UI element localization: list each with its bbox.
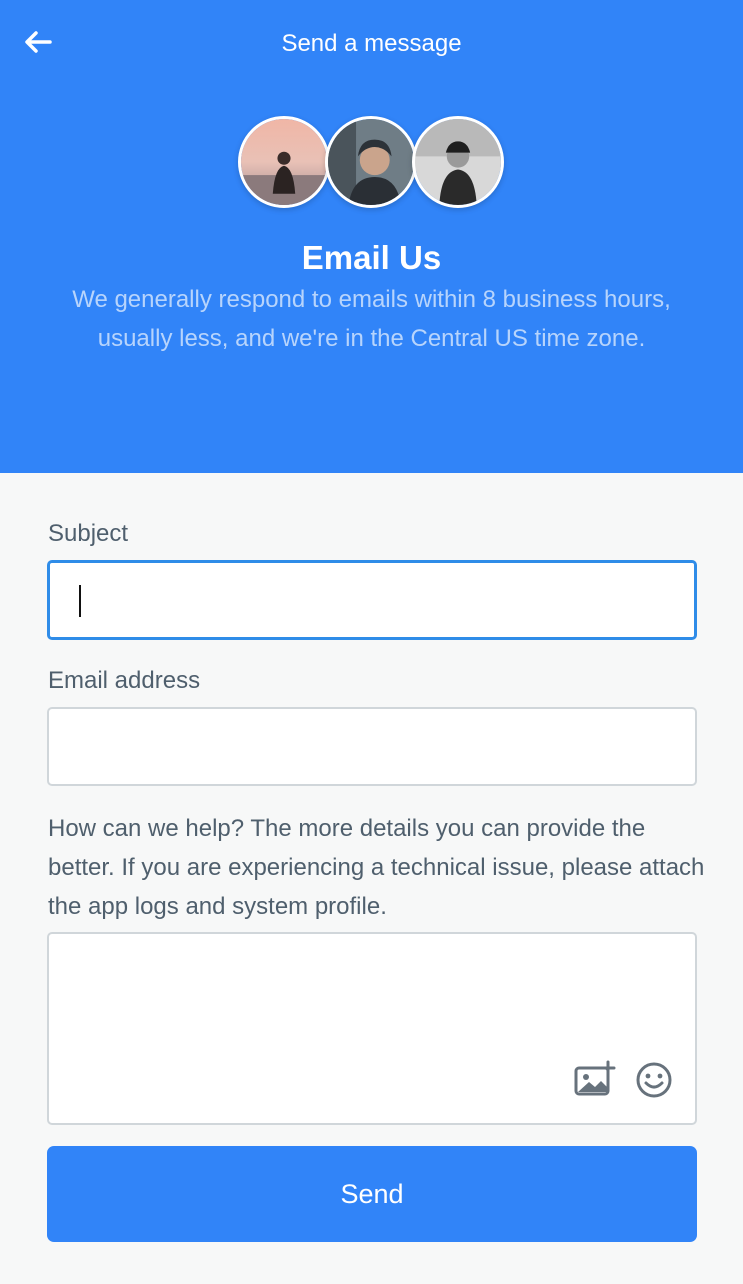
emoji-button[interactable] — [635, 1061, 673, 1099]
header: Send a message Email Us We generally res… — [0, 0, 743, 473]
avatar — [238, 116, 330, 208]
add-image-icon — [574, 1060, 616, 1096]
message-label: How can we help? The more details you ca… — [48, 815, 705, 920]
attach-image-button[interactable] — [574, 1060, 616, 1098]
smiley-icon — [636, 1062, 672, 1098]
subject-label: Subject — [48, 520, 129, 547]
subject-input[interactable] — [47, 560, 697, 640]
response-time-text: We generally respond to emails within 8 … — [72, 286, 671, 352]
email-label: Email address — [48, 667, 201, 694]
avatar — [412, 116, 504, 208]
email-input[interactable] — [47, 707, 697, 786]
text-caret — [79, 585, 81, 617]
send-button[interactable]: Send — [47, 1146, 697, 1242]
message-textarea[interactable] — [47, 932, 697, 1125]
heading: Email Us — [301, 239, 442, 276]
avatar — [325, 116, 417, 208]
team-avatars — [0, 0, 743, 230]
